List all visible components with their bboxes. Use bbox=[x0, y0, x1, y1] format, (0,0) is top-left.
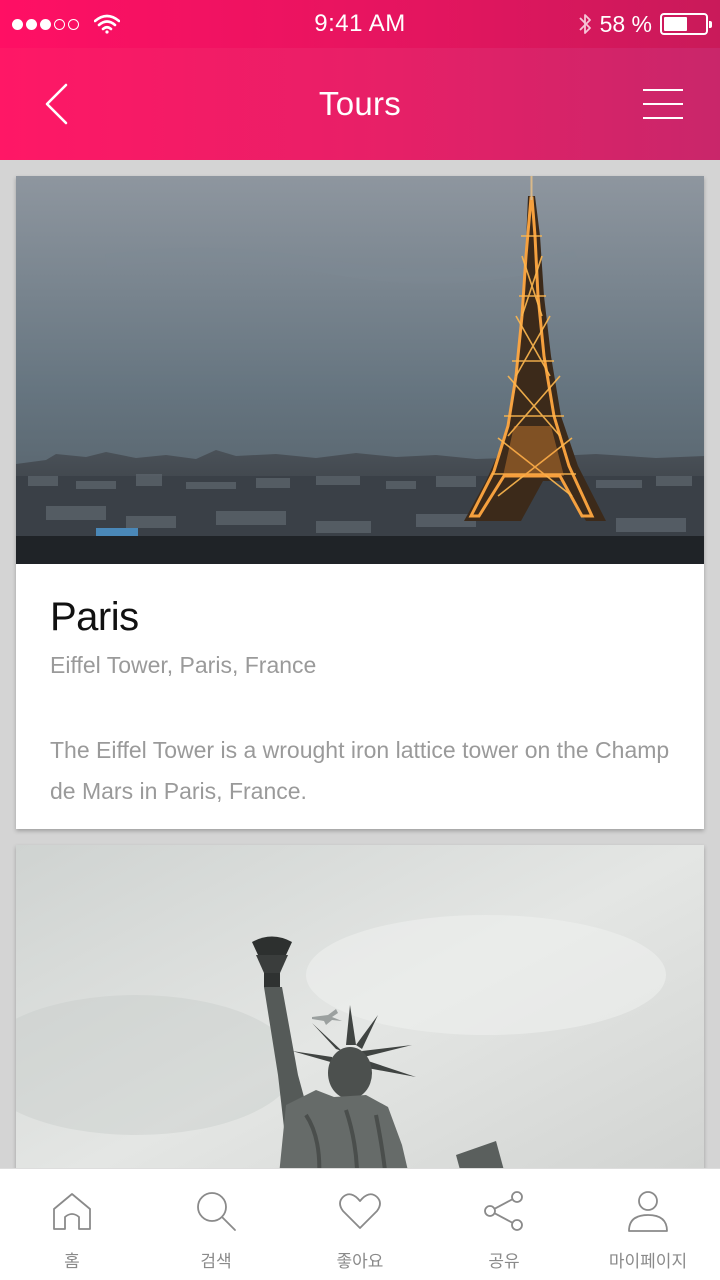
tour-title: Paris bbox=[50, 595, 139, 639]
battery-percentage: 58 % bbox=[599, 10, 652, 37]
bottom-tab-bar: 홈 검색 좋아요 공유 마이페이지 bbox=[0, 1168, 720, 1280]
tour-card-liberty[interactable] bbox=[16, 845, 704, 1168]
chevron-left-icon bbox=[45, 83, 68, 125]
search-icon bbox=[194, 1189, 238, 1233]
tab-label: 공유 bbox=[488, 1252, 520, 1272]
bluetooth-icon bbox=[578, 14, 591, 34]
menu-button[interactable] bbox=[636, 80, 690, 128]
tour-card-paris[interactable]: Paris Eiffel Tower, Paris, France The Ei… bbox=[16, 176, 704, 829]
tour-description: The Eiffel Tower is a wrought iron latti… bbox=[50, 737, 670, 804]
share-icon bbox=[482, 1189, 526, 1233]
signal-strength-icon bbox=[12, 14, 120, 34]
tour-list[interactable]: Paris Eiffel Tower, Paris, France The Ei… bbox=[0, 160, 720, 1168]
tab-like[interactable]: 좋아요 bbox=[288, 1169, 432, 1280]
battery-icon bbox=[660, 13, 712, 35]
tour-location: Eiffel Tower, Paris, France bbox=[50, 652, 317, 678]
tab-share[interactable]: 공유 bbox=[432, 1169, 576, 1280]
tab-home[interactable]: 홈 bbox=[0, 1169, 144, 1280]
eiffel-tower-photo bbox=[16, 176, 704, 564]
page-title: Tours bbox=[318, 85, 402, 122]
wifi-icon bbox=[94, 14, 120, 34]
home-icon bbox=[50, 1189, 94, 1233]
battery-fill bbox=[664, 17, 688, 31]
tab-label: 마이페이지 bbox=[608, 1252, 688, 1272]
tab-label: 좋아요 bbox=[336, 1252, 384, 1272]
back-button[interactable] bbox=[30, 78, 82, 130]
status-bar: 9:41 AM 58 % bbox=[0, 0, 720, 48]
tab-mypage[interactable]: 마이페이지 bbox=[576, 1169, 720, 1280]
hamburger-menu-icon bbox=[643, 89, 683, 91]
heart-icon bbox=[338, 1189, 382, 1233]
tab-label: 홈 bbox=[64, 1252, 80, 1272]
navigation-bar: Tours bbox=[0, 48, 720, 160]
profile-icon bbox=[626, 1189, 670, 1233]
tab-search[interactable]: 검색 bbox=[144, 1169, 288, 1280]
tab-label: 검색 bbox=[200, 1252, 232, 1272]
statue-of-liberty-photo bbox=[16, 845, 704, 1168]
